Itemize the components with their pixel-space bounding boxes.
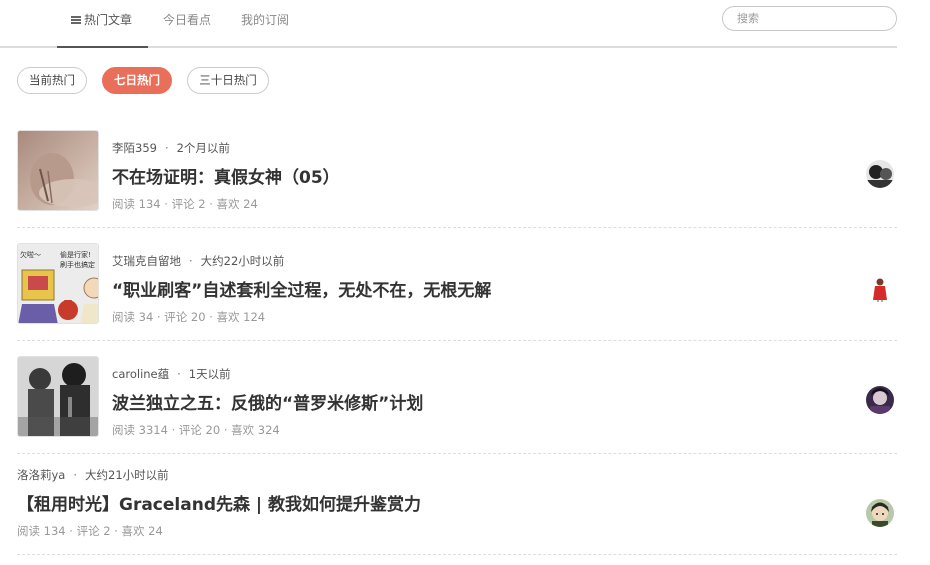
article-title[interactable]: 波兰独立之五：反俄的“普罗米修斯”计划	[112, 389, 423, 414]
avatar-image	[866, 275, 894, 303]
divider	[17, 554, 897, 555]
article-stats: 阅读 134 · 评论 2 · 喜欢 24	[17, 524, 163, 538]
tab-today-highlights[interactable]: 今日看点	[163, 0, 211, 46]
author-name[interactable]: caroline蕴	[112, 367, 169, 381]
author-name[interactable]: 艾瑞克自留地	[112, 254, 181, 268]
author-name[interactable]: 洛洛莉ya	[17, 468, 65, 482]
list-item: 李陌359 · 2个月以前 不在场证明：真假女神（05） 阅读 134 · 评论 2…	[0, 118, 897, 228]
article-title[interactable]: 不在场证明：真假女神（05）	[112, 163, 340, 188]
article-meta: 洛洛莉ya · 大约21小时以前	[17, 468, 169, 482]
article-stats: 阅读 34 · 评论 20 · 喜欢 124	[112, 310, 266, 324]
article-thumbnail[interactable]	[17, 356, 99, 437]
cartoon-thumbnail: 欠啦～ 偷是行家! 刷手也搞定	[18, 244, 98, 323]
list-item: 欠啦～ 偷是行家! 刷手也搞定 艾瑞克自留地 · 大约22小时以前 “职业刷客”自述…	[0, 228, 897, 341]
avatar-image	[866, 386, 894, 414]
article-title[interactable]: “职业刷客”自述套利全过程，无处不在，无根无解	[112, 276, 491, 301]
tab-label: 热门文章	[84, 13, 133, 27]
avatar[interactable]	[866, 386, 894, 414]
filter-label: 七日热门	[114, 73, 160, 87]
avatar[interactable]	[866, 160, 894, 188]
article-meta: caroline蕴 · 1天以前	[112, 367, 231, 381]
author-name[interactable]: 李陌359	[112, 141, 157, 155]
historic-photo-thumbnail	[18, 357, 98, 436]
filter-seven-day-hot[interactable]: 七日热门	[102, 67, 172, 94]
avatar-image	[866, 160, 894, 188]
article-stats: 阅读 134 · 评论 2 · 喜欢 24	[112, 197, 258, 211]
svg-text:欠啦～: 欠啦～	[20, 250, 41, 259]
tab-my-subscriptions[interactable]: 我的订阅	[241, 0, 289, 46]
tab-label: 我的订阅	[241, 13, 290, 27]
filter-current-hot[interactable]: 当前热门	[17, 67, 87, 94]
tab-hot-articles[interactable]: 热门文章	[56, 0, 149, 48]
article-title[interactable]: 【租用时光】Graceland先森 | 教我如何提升鉴赏力	[17, 490, 421, 515]
article-meta: 艾瑞克自留地 · 大约22小时以前	[112, 254, 285, 268]
publish-time: 大约21小时以前	[85, 468, 169, 482]
top-nav: 热门文章 今日看点 我的订阅	[0, 0, 897, 48]
avatar[interactable]	[866, 275, 894, 303]
avatar-image	[866, 499, 894, 527]
filter-label: 三十日热门	[199, 73, 257, 87]
photo-thumbnail	[18, 131, 98, 210]
publish-time: 2个月以前	[176, 141, 230, 155]
tab-label: 今日看点	[163, 13, 212, 27]
article-thumbnail[interactable]	[17, 130, 99, 211]
article-thumbnail[interactable]: 欠啦～ 偷是行家! 刷手也搞定	[17, 243, 99, 324]
article-meta: 李陌359 · 2个月以前	[112, 141, 230, 155]
publish-time: 1天以前	[188, 367, 231, 381]
search-input[interactable]	[722, 6, 897, 31]
filter-thirty-day-hot[interactable]: 三十日热门	[187, 67, 269, 94]
svg-text:偷是行家!: 偷是行家!	[60, 250, 91, 259]
avatar[interactable]	[866, 499, 894, 527]
svg-text:刷手也搞定: 刷手也搞定	[60, 260, 95, 269]
list-item: 洛洛莉ya · 大约21小时以前 【租用时光】Graceland先森 | 教我如何提…	[0, 454, 897, 555]
list-item: caroline蕴 · 1天以前 波兰独立之五：反俄的“普罗米修斯”计划 阅读 33…	[0, 341, 897, 454]
filter-label: 当前热门	[29, 73, 75, 87]
article-stats: 阅读 3314 · 评论 20 · 喜欢 324	[112, 423, 280, 437]
menu-icon	[71, 15, 81, 24]
publish-time: 大约22小时以前	[200, 254, 285, 268]
